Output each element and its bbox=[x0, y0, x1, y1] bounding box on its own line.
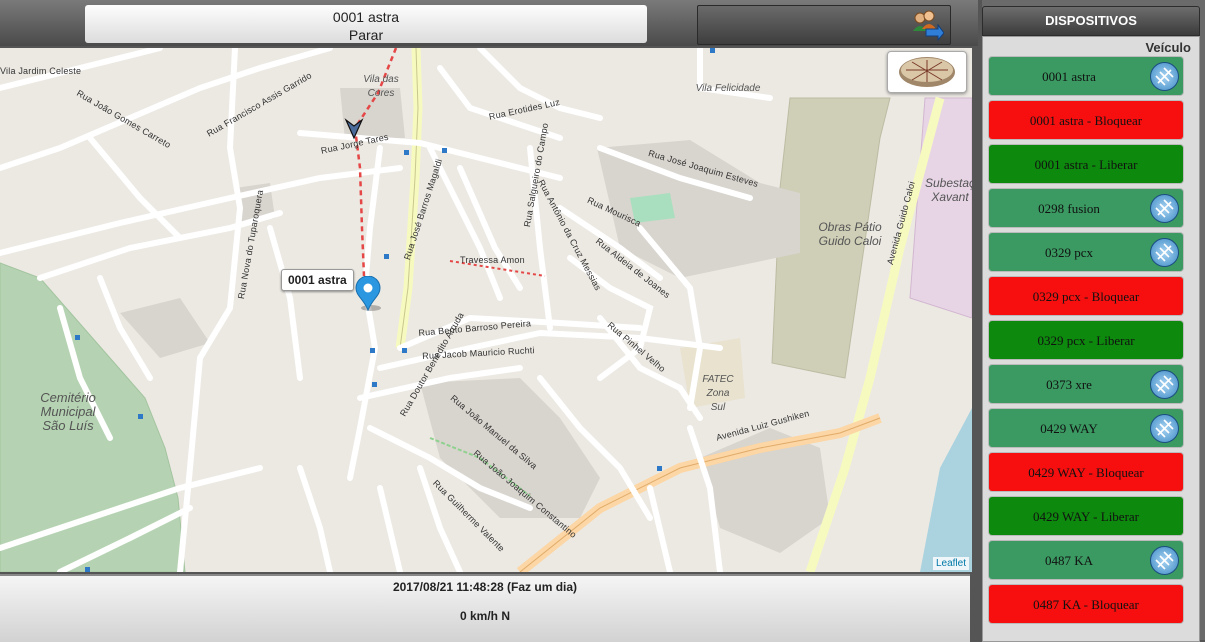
status-timestamp: 2017/08/21 11:48:28 (Faz um dia) bbox=[392, 580, 578, 594]
cemetery-label: Cemitério Municipal São Luís bbox=[40, 390, 96, 433]
layer-thumbnail-icon[interactable] bbox=[887, 51, 967, 93]
action-panel bbox=[697, 5, 951, 45]
vehicle-label: 0429 WAY - Bloquear bbox=[1028, 465, 1144, 480]
obras-label: Obras Pátio Guido Caloi bbox=[818, 220, 882, 248]
block-vehicle-button[interactable]: 0429 WAY - Bloquear bbox=[989, 453, 1183, 491]
vehicle-item[interactable]: 0298 fusion bbox=[989, 189, 1183, 227]
satellite-icon[interactable] bbox=[1150, 238, 1179, 267]
block-vehicle-button[interactable]: 0001 astra - Bloquear bbox=[989, 101, 1183, 139]
status-bar: 2017/08/21 11:48:28 (Faz um dia) 0 km/h … bbox=[0, 574, 970, 642]
fatec-label: FATEC Zona Sul bbox=[702, 374, 734, 413]
vehicle-label: 0329 pcx bbox=[1044, 245, 1094, 260]
satellite-icon[interactable] bbox=[1150, 414, 1179, 443]
satellite-icon[interactable] bbox=[1150, 194, 1179, 223]
vehicle-item[interactable]: 0429 WAY bbox=[989, 409, 1183, 447]
satellite-icon[interactable] bbox=[1150, 546, 1179, 575]
street-label: Travessa Amon bbox=[460, 255, 525, 265]
vehicle-list[interactable]: Veículo 0001 astra 0001 astra - Bloquear 0… bbox=[982, 36, 1200, 642]
vila-cores-label: Vila das Cores bbox=[363, 74, 399, 99]
vehicle-label: 0001 astra - Bloquear bbox=[1029, 113, 1143, 128]
vehicle-label: 0298 fusion bbox=[1038, 201, 1100, 216]
vehicle-label: 0001 astra bbox=[1042, 69, 1096, 84]
vehicle-label: 0429 WAY - Liberar bbox=[1032, 509, 1140, 524]
vehicle-item[interactable]: 0001 astra bbox=[989, 57, 1183, 95]
subestacao-label: Subestaç Xavant bbox=[925, 176, 972, 204]
release-vehicle-button[interactable]: 0429 WAY - Liberar bbox=[989, 497, 1183, 535]
sidebar-title: DISPOSITIVOS bbox=[982, 6, 1200, 36]
satellite-icon[interactable] bbox=[1150, 62, 1179, 91]
vehicle-item[interactable]: 0373 xre bbox=[989, 365, 1183, 403]
vehicle-label: 0429 WAY bbox=[1040, 421, 1098, 436]
status-speed: 0 km/h N bbox=[459, 609, 510, 623]
vehicle-label: 0373 xre bbox=[1046, 377, 1092, 392]
column-header: Veículo bbox=[1145, 40, 1191, 55]
street-label: Vila Jardim Celeste bbox=[0, 66, 82, 76]
device-panel[interactable]: 0001 astra Parar bbox=[85, 5, 647, 43]
users-swap-icon[interactable] bbox=[910, 9, 944, 41]
vehicle-item[interactable]: 0329 pcx bbox=[989, 233, 1183, 271]
vehicle-label: 0001 astra - Liberar bbox=[1034, 157, 1138, 172]
vehicle-item[interactable]: 0487 KA bbox=[989, 541, 1183, 579]
vehicle-label: 0329 pcx - Liberar bbox=[1037, 333, 1135, 348]
devices-sidebar: DISPOSITIVOS Veículo 0001 astra 0001 astr… bbox=[982, 0, 1205, 642]
release-vehicle-button[interactable]: 0001 astra - Liberar bbox=[989, 145, 1183, 183]
top-bar: 0001 astra Parar bbox=[0, 0, 978, 46]
vehicle-label: 0487 KA bbox=[1044, 553, 1094, 568]
vehicle-label: 0487 KA - Bloquear bbox=[1033, 597, 1139, 612]
device-name: 0001 astra bbox=[332, 9, 400, 25]
block-vehicle-button[interactable]: 0487 KA - Bloquear bbox=[989, 585, 1183, 623]
release-vehicle-button[interactable]: 0329 pcx - Liberar bbox=[989, 321, 1183, 359]
marker-label: 0001 astra bbox=[281, 269, 354, 291]
vehicle-label: 0329 pcx - Bloquear bbox=[1032, 289, 1140, 304]
map-view[interactable]: Vila Jardim Celeste Rua Jorge Tares Rua … bbox=[0, 48, 972, 572]
block-vehicle-button[interactable]: 0329 pcx - Bloquear bbox=[989, 277, 1183, 315]
direction-arrow-icon bbox=[344, 118, 364, 140]
device-status: Parar bbox=[348, 27, 384, 43]
vila-felicidade-label: Vila Felicidade bbox=[695, 83, 761, 94]
map-pin-icon[interactable] bbox=[353, 276, 383, 312]
satellite-icon[interactable] bbox=[1150, 370, 1179, 399]
leaflet-attribution[interactable]: Leaflet bbox=[932, 557, 969, 570]
